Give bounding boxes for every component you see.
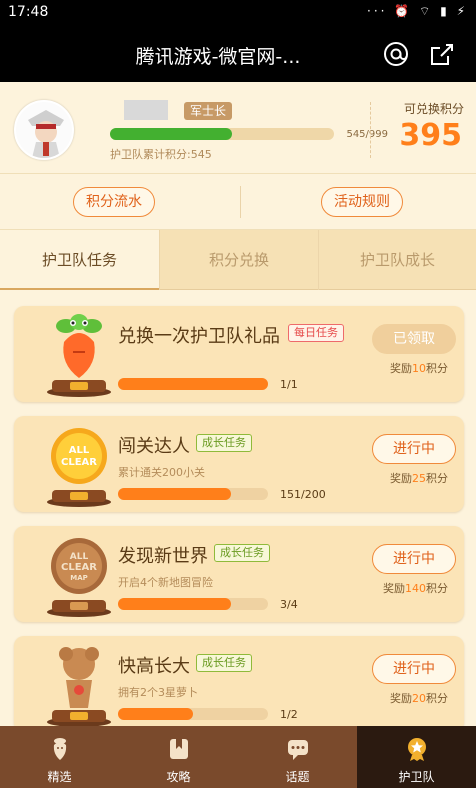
task-card: ALL CLEAR MAP 发现新世界 成长任务 开启4个新地图冒险 3/4 进…: [14, 526, 464, 622]
task-type-badge: 成长任务: [196, 654, 252, 672]
bottom-nav: 精选 攻略 话题 护卫队: [0, 726, 476, 788]
nav-label: 护卫队: [398, 770, 435, 784]
at-icon[interactable]: [382, 40, 410, 68]
task-progress-fill: [118, 378, 268, 390]
reward-points: 25: [412, 472, 426, 485]
task-title: 兑换一次护卫队礼品: [118, 326, 280, 347]
task-progress-text: 1/1: [280, 378, 298, 391]
task-progress-fill: [118, 488, 232, 500]
reward-prefix: 奖励: [383, 582, 405, 595]
task-description: 拥有2个3星萝卜: [118, 686, 198, 699]
xp-progress-fill: [110, 128, 233, 140]
redeemable-points-value: 395: [399, 118, 462, 153]
task-in-progress-button[interactable]: 进行中: [372, 434, 456, 464]
username-redacted: [124, 100, 168, 120]
gold-medal-trophy-icon: ALL CLEAR: [47, 428, 111, 507]
reward-points: 140: [405, 582, 426, 595]
task-progress-bar: [118, 488, 268, 500]
reward-prefix: 奖励: [390, 692, 412, 705]
task-description: 累计通关200小关: [118, 466, 205, 479]
nav-topics[interactable]: 话题: [238, 726, 357, 788]
title-bar: 腾讯游戏-微官网-...: [0, 26, 476, 82]
bronze-medal-trophy-icon: ALL CLEAR MAP: [47, 538, 111, 617]
bookmark-icon: [170, 739, 188, 759]
task-progress-bar: [118, 708, 268, 720]
activity-rules-button[interactable]: 活动规则: [321, 187, 403, 217]
reward-suffix: 积分: [426, 692, 448, 705]
tab-guard-tasks[interactable]: 护卫队任务: [0, 230, 159, 290]
svg-text:CLEAR: CLEAR: [61, 562, 97, 573]
nav-label: 精选: [47, 770, 72, 784]
nav-label: 攻略: [166, 770, 191, 784]
tab-bar: 护卫队任务 积分兑换 护卫队成长: [0, 230, 476, 290]
carrot-icon: [53, 738, 67, 760]
rank-badge: 军士长: [184, 102, 233, 120]
share-icon[interactable]: [428, 40, 456, 68]
reward-suffix: 积分: [426, 472, 448, 485]
task-progress-bar: [118, 378, 268, 390]
task-progress-fill: [118, 598, 231, 610]
tab-points-exchange[interactable]: 积分兑换: [159, 230, 318, 290]
task-reward: 奖励25积分: [390, 470, 448, 486]
task-progress-text: 151/200: [280, 488, 326, 501]
reward-prefix: 奖励: [390, 362, 412, 375]
reward-suffix: 积分: [426, 362, 448, 375]
task-card: 快高长大 成长任务 拥有2个3星萝卜 1/2 进行中 奖励20积分: [14, 636, 464, 726]
carrot-trophy-icon: [47, 314, 111, 397]
nav-guard-team[interactable]: 护卫队: [357, 726, 476, 788]
task-in-progress-button[interactable]: 进行中: [372, 654, 456, 684]
redeemable-points-label: 可兑换积分: [403, 102, 464, 116]
nav-guides[interactable]: 攻略: [119, 726, 238, 788]
task-type-badge: 成长任务: [196, 434, 252, 452]
points-history-button[interactable]: 积分流水: [73, 187, 155, 217]
task-progress-bar: [118, 598, 268, 610]
status-bar: 17:48 ··· ⏰ ⌔ ▮ ⚡: [0, 0, 476, 26]
task-progress-text: 3/4: [280, 598, 298, 611]
profile-panel: 军士长 545/999 护卫队累计积分:545 可兑换积分 395: [0, 82, 476, 174]
task-title: 发现新世界: [118, 546, 208, 567]
divider: [370, 102, 371, 158]
task-claimed-button[interactable]: 已领取: [372, 324, 456, 354]
task-in-progress-button[interactable]: 进行中: [372, 544, 456, 574]
task-card: ALL CLEAR 闯关达人 成长任务 累计通关200小关 151/200 进行…: [14, 416, 464, 512]
task-reward: 奖励140积分: [383, 580, 448, 596]
task-card: 兑换一次护卫队礼品 每日任务 1/1 已领取 奖励10积分: [14, 306, 464, 402]
task-type-badge: 每日任务: [288, 324, 344, 342]
xp-progress-text: 545/999: [346, 129, 388, 140]
svg-text:ALL: ALL: [69, 445, 90, 456]
task-reward: 奖励10积分: [390, 360, 448, 376]
task-list: 兑换一次护卫队礼品 每日任务 1/1 已领取 奖励10积分 ALL CLEAR …: [0, 290, 476, 726]
avatar[interactable]: [14, 100, 74, 160]
svg-text:CLEAR: CLEAR: [61, 457, 97, 468]
task-progress-text: 1/2: [280, 708, 298, 721]
status-time: 17:48: [8, 4, 49, 20]
bronze-figure-trophy-icon: [47, 647, 111, 726]
page-title: 腾讯游戏-微官网-...: [135, 46, 301, 68]
xp-progress-bar: [110, 128, 334, 140]
task-reward: 奖励20积分: [390, 690, 448, 706]
divider: [240, 186, 241, 218]
reward-points: 10: [412, 362, 426, 375]
task-title: 闯关达人: [118, 436, 190, 457]
chat-icon: [288, 740, 308, 760]
task-type-badge: 成长任务: [214, 544, 270, 562]
badge-icon: [408, 738, 426, 761]
action-bar: 积分流水 活动规则: [0, 174, 476, 230]
svg-text:ALL: ALL: [70, 552, 89, 562]
task-title: 快高长大: [118, 656, 190, 677]
reward-suffix: 积分: [426, 582, 448, 595]
avatar-character-icon: [16, 102, 72, 158]
status-icons: ··· ⏰ ⌔ ▮ ⚡: [367, 4, 468, 18]
reward-prefix: 奖励: [390, 472, 412, 485]
tab-guard-growth[interactable]: 护卫队成长: [318, 230, 476, 290]
reward-points: 20: [412, 692, 426, 705]
nav-featured[interactable]: 精选: [0, 726, 119, 788]
task-description: 开启4个新地图冒险: [118, 576, 213, 589]
svg-text:MAP: MAP: [70, 574, 88, 582]
nav-label: 话题: [285, 770, 310, 784]
total-points-label: 护卫队累计积分:545: [110, 148, 212, 161]
task-progress-fill: [118, 708, 193, 720]
